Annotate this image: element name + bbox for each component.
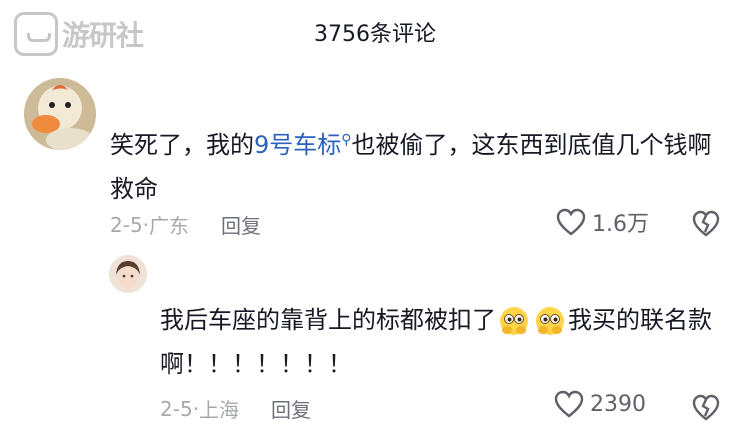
comment-date: 2-5 xyxy=(160,396,193,421)
broken-heart-icon[interactable] xyxy=(692,210,720,238)
comment-text-before: 我后车座的靠背上的标都被扣了 xyxy=(160,306,496,334)
comment-location: 上海 xyxy=(199,398,240,422)
reply-comment-text: 我后车座的靠背上的标都被扣了 我买的联名款啊！！！！！！！ xyxy=(160,298,730,386)
avatar[interactable] xyxy=(109,255,147,293)
comment-date: 2-5 xyxy=(110,212,143,237)
comment-meta: 2-5 · 上海 回复 xyxy=(160,394,311,423)
heart-icon xyxy=(556,208,586,236)
like-count: 2390 xyxy=(590,391,646,417)
hashtag-link[interactable]: 9号车标 xyxy=(254,131,341,159)
peeking-face-emoji xyxy=(500,307,528,335)
comment-location: 广东 xyxy=(149,214,190,238)
search-icon[interactable]: ⚲ xyxy=(341,132,351,148)
duck-avatar-icon xyxy=(24,78,96,150)
comment-meta: 2-5 · 广东 回复 xyxy=(110,210,261,239)
comments-count-title: 3756条评论 xyxy=(314,22,436,47)
like-button[interactable]: 2390 xyxy=(554,390,646,418)
like-count: 1.6万 xyxy=(592,212,649,237)
comment-text-before: 笑死了，我的 xyxy=(110,131,254,159)
comment-text: 笑死了，我的9号车标⚲也被偷了，这东西到底值几个钱啊救命 xyxy=(110,118,730,211)
reply-button[interactable]: 回复 xyxy=(221,210,261,239)
girl-avatar-icon xyxy=(109,255,147,293)
avatar[interactable] xyxy=(24,78,96,150)
heart-icon xyxy=(554,390,584,418)
like-button[interactable]: 1.6万 xyxy=(556,206,649,238)
reply-button[interactable]: 回复 xyxy=(271,394,311,423)
peeking-face-emoji xyxy=(536,307,564,335)
broken-heart-icon[interactable] xyxy=(692,394,720,422)
